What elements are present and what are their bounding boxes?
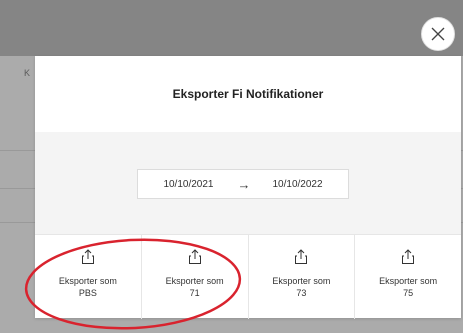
modal-header: Eksporter Fi Notifikationer	[35, 56, 461, 132]
close-button[interactable]	[421, 17, 455, 51]
share-export-icon	[81, 249, 94, 264]
export-modal: Eksporter Fi Notifikationer 10/10/2021 →…	[35, 56, 461, 319]
export-option-label: Eksporter som	[165, 276, 224, 286]
export-options: Eksporter som PBS Eksporter som 71 Ekspo…	[35, 234, 461, 319]
export-pbs-button[interactable]: Eksporter som PBS	[35, 235, 142, 319]
export-option-format: 75	[403, 288, 414, 298]
export-73-button[interactable]: Eksporter som 73	[249, 235, 356, 319]
share-export-icon	[402, 249, 415, 264]
export-option-label: Eksporter som	[379, 276, 438, 286]
export-option-format: PBS	[78, 288, 97, 298]
export-option-format: 71	[189, 288, 200, 298]
export-option-format: 73	[296, 288, 307, 298]
modal-title: Eksporter Fi Notifikationer	[172, 87, 324, 101]
date-to: 10/10/2022	[272, 178, 323, 190]
close-icon	[431, 27, 445, 41]
date-from: 10/10/2021	[163, 178, 214, 190]
date-range-picker[interactable]: 10/10/2021 → 10/10/2022	[137, 169, 349, 199]
modal-body: 10/10/2021 → 10/10/2022	[35, 132, 461, 234]
export-option-label: Eksporter som	[272, 276, 331, 286]
export-71-button[interactable]: Eksporter som 71	[142, 235, 249, 319]
share-export-icon	[295, 249, 308, 264]
export-75-button[interactable]: Eksporter som 75	[355, 235, 461, 319]
share-export-icon	[188, 249, 201, 264]
export-option-label: Eksporter som	[58, 276, 117, 286]
arrow-right-icon: →	[237, 176, 251, 192]
